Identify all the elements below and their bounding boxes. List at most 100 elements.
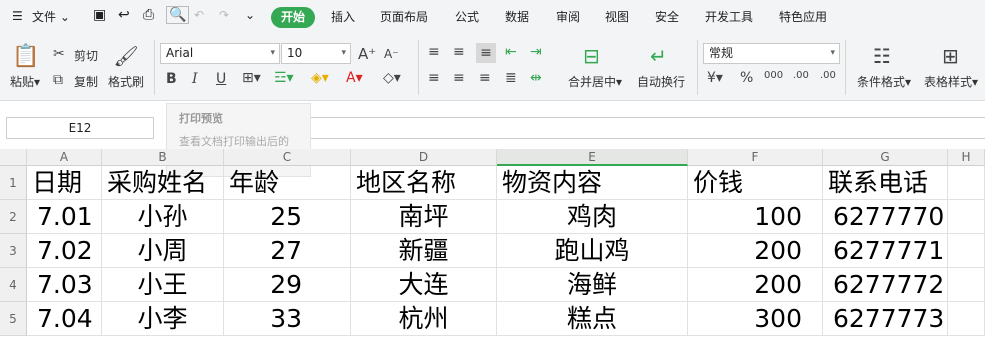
cell-H5[interactable] [948, 302, 985, 336]
tab-data[interactable]: 数据 [505, 8, 529, 25]
cell-A4[interactable]: 7.03 [27, 268, 102, 302]
table-style-button[interactable]: 表格样式▾ [924, 73, 978, 90]
cell-G2[interactable]: 6277770 [823, 200, 948, 234]
cell-G5[interactable]: 6277773 [823, 302, 948, 336]
cell-C5[interactable]: 33 [224, 302, 351, 336]
cell-D1[interactable]: 地区名称 [351, 166, 497, 200]
cell-A1[interactable]: 日期 [27, 166, 102, 200]
hamburger-icon[interactable]: ☰ [12, 9, 23, 23]
export-icon[interactable]: ↩ [118, 7, 130, 23]
cell-C4[interactable]: 29 [224, 268, 351, 302]
number-format-select[interactable]: 常规 ▾ [703, 43, 840, 64]
wrap-text-icon[interactable]: ↵ [650, 44, 667, 68]
increase-font-icon[interactable]: A⁺ [358, 45, 376, 63]
copy-button[interactable]: 复制 [74, 73, 98, 90]
column-header-F[interactable]: F [688, 149, 823, 166]
cell-F3[interactable]: 200 [688, 234, 823, 268]
clear-icon[interactable]: ◇▾ [383, 70, 401, 86]
justify-icon[interactable]: ≣ [505, 70, 517, 86]
cell-E3[interactable]: 跑山鸡 [497, 234, 688, 268]
scissors-icon[interactable]: ✂ [53, 46, 65, 62]
cell-E1[interactable]: 物资内容 [497, 166, 688, 200]
cell-F2[interactable]: 100 [688, 200, 823, 234]
align-top-icon[interactable]: ≡ [428, 44, 440, 60]
cell-B3[interactable]: 小周 [102, 234, 224, 268]
column-header-A[interactable]: A [27, 149, 102, 166]
cell-A2[interactable]: 7.01 [27, 200, 102, 234]
redo-icon[interactable]: ↷ [219, 8, 229, 22]
undo-icon[interactable]: ↶ [194, 8, 204, 22]
row-header-4[interactable]: 4 [0, 268, 27, 302]
cell-C3[interactable]: 27 [224, 234, 351, 268]
more-icon[interactable]: ⌄ [245, 8, 255, 22]
paste-icon[interactable]: 📋 [12, 43, 39, 69]
tab-security[interactable]: 安全 [655, 8, 679, 25]
align-middle-icon[interactable]: ≡ [453, 44, 465, 60]
decrease-font-icon[interactable]: A⁻ [384, 47, 399, 61]
cell-C2[interactable]: 25 [224, 200, 351, 234]
cut-button[interactable]: 剪切 [74, 47, 98, 64]
column-header-B[interactable]: B [102, 149, 224, 166]
percent-icon[interactable]: % [740, 70, 753, 86]
tab-developer[interactable]: 开发工具 [705, 8, 753, 25]
row-header-5[interactable]: 5 [0, 302, 27, 336]
cell-H3[interactable] [948, 234, 985, 268]
cell-G4[interactable]: 6277772 [823, 268, 948, 302]
cell-D4[interactable]: 大连 [351, 268, 497, 302]
column-header-G[interactable]: G [823, 149, 948, 166]
table-style-icon[interactable]: ⊞ [942, 44, 959, 68]
merge-center-button[interactable]: 合并居中▾ [568, 73, 622, 90]
tab-view[interactable]: 视图 [605, 8, 629, 25]
thousands-icon[interactable]: 000 [764, 70, 783, 81]
cell-D5[interactable]: 杭州 [351, 302, 497, 336]
indent-decrease-icon[interactable]: ⇤ [505, 44, 517, 60]
cell-E5[interactable]: 糕点 [497, 302, 688, 336]
cell-B5[interactable]: 小李 [102, 302, 224, 336]
distribute-icon[interactable]: ⇹ [530, 70, 542, 86]
indent-increase-icon[interactable]: ⇥ [530, 44, 542, 60]
cell-G3[interactable]: 6277771 [823, 234, 948, 268]
align-center-icon[interactable]: ≡ [453, 70, 465, 86]
row-header-1[interactable]: 1 [0, 166, 27, 200]
cell-A5[interactable]: 7.04 [27, 302, 102, 336]
cell-H4[interactable] [948, 268, 985, 302]
cell-F1[interactable]: 价钱 [688, 166, 823, 200]
copy-icon[interactable]: ⧉ [53, 72, 63, 88]
cell-E4[interactable]: 海鲜 [497, 268, 688, 302]
fill-color-icon[interactable]: ◈▾ [311, 70, 329, 86]
cell-C1[interactable]: 年龄 [224, 166, 351, 200]
conditional-format-button[interactable]: 条件格式▾ [857, 73, 911, 90]
font-size-select[interactable]: 10 ▾ [281, 43, 351, 64]
format-painter-button[interactable]: 格式刷 [108, 73, 144, 90]
cell-A3[interactable]: 7.02 [27, 234, 102, 268]
cell-B1[interactable]: 采购姓名 [102, 166, 224, 200]
font-name-select[interactable]: Arial ▾ [160, 43, 280, 64]
cell-F5[interactable]: 300 [688, 302, 823, 336]
cell-B4[interactable]: 小王 [102, 268, 224, 302]
wrap-text-button[interactable]: 自动换行 [637, 73, 685, 90]
row-header-3[interactable]: 3 [0, 234, 27, 268]
cell-H2[interactable] [948, 200, 985, 234]
increase-decimal-icon[interactable]: .00 [793, 70, 809, 81]
cell-E2[interactable]: 鸡肉 [497, 200, 688, 234]
merge-center-icon[interactable]: ⊟ [583, 44, 600, 68]
tab-start[interactable]: 开始 [271, 7, 315, 28]
tab-formula[interactable]: 公式 [455, 8, 479, 25]
print-icon[interactable]: ⎙ [143, 7, 154, 23]
print-preview-icon[interactable]: 🔍 [166, 6, 190, 24]
bold-icon[interactable]: B [166, 71, 177, 87]
column-header-D[interactable]: D [351, 149, 497, 166]
cell-D3[interactable]: 新疆 [351, 234, 497, 268]
border-icon[interactable]: ⊞▾ [242, 70, 261, 86]
file-menu[interactable]: 文件 ⌄ [32, 8, 70, 25]
save-icon[interactable]: ▣ [93, 7, 106, 23]
tab-review[interactable]: 审阅 [556, 8, 580, 25]
italic-icon[interactable]: I [192, 71, 198, 87]
column-header-H[interactable]: H [948, 149, 985, 166]
column-header-C[interactable]: C [224, 149, 351, 166]
underline-icon[interactable]: U [216, 71, 226, 87]
tab-special[interactable]: 特色应用 [779, 8, 827, 25]
align-bottom-icon[interactable]: ≡ [476, 43, 496, 63]
cell-style-icon[interactable]: ☲▾ [274, 70, 294, 86]
cell-D2[interactable]: 南坪 [351, 200, 497, 234]
